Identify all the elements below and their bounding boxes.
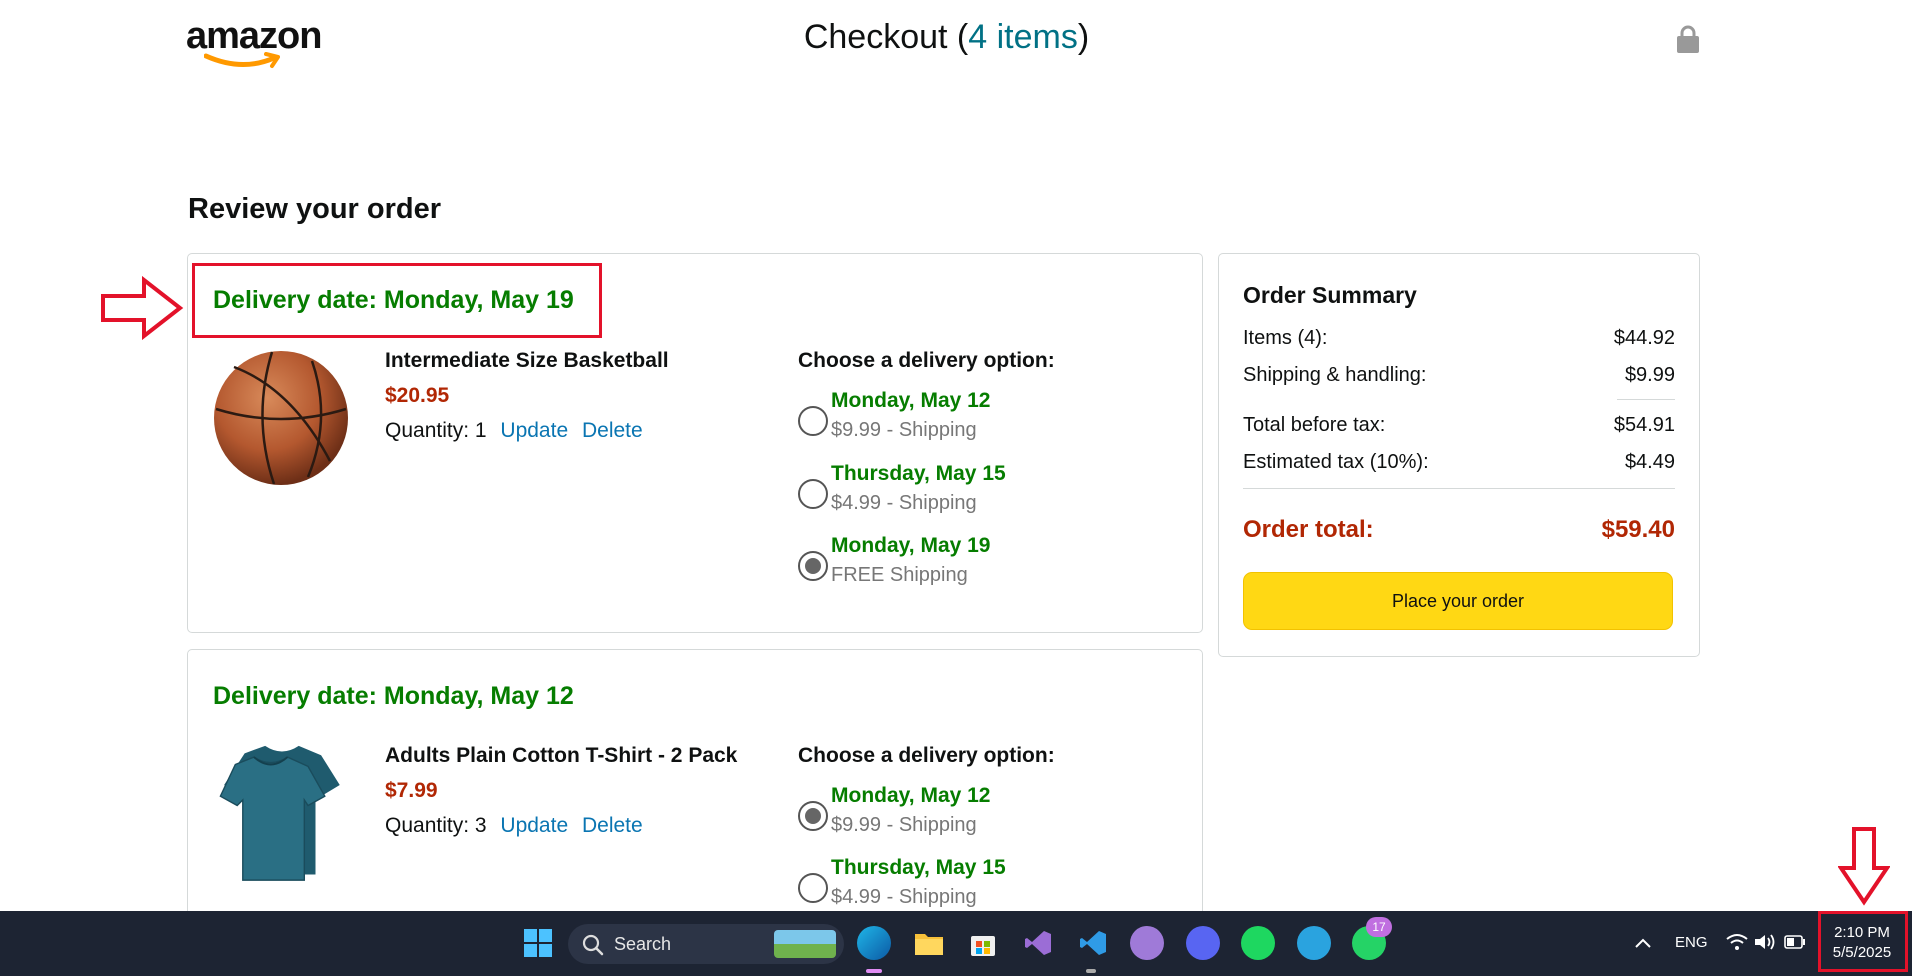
order-summary-panel: Order Summary Items (4): $44.92 Shipping… [1218, 253, 1700, 657]
option-shipping: $9.99 - Shipping [831, 419, 977, 441]
option-shipping: $4.99 - Shipping [831, 886, 977, 908]
summary-value: $4.49 [1624, 451, 1675, 473]
annotation-arrow-down-icon [1838, 827, 1890, 906]
quantity-text: Quantity: 3 [385, 814, 487, 837]
summary-divider [1617, 399, 1675, 400]
delivery-option-thursday-may-15[interactable]: Thursday, May 15 $4.99 - Shipping [798, 856, 1098, 911]
microsoft-store-icon[interactable] [966, 926, 1000, 960]
wifi-icon[interactable] [1726, 933, 1748, 951]
radio-button-selected[interactable] [798, 551, 828, 581]
summary-label: Total before tax: [1243, 414, 1386, 436]
product-name: Intermediate Size Basketball [385, 349, 669, 372]
summary-divider [1243, 488, 1675, 489]
checkout-title: Checkout (4 items) [0, 18, 1893, 57]
delivery-option-monday-may-12[interactable]: Monday, May 12 $9.99 - Shipping [798, 389, 1098, 447]
option-date: Thursday, May 15 [831, 856, 1006, 879]
windows-start-icon[interactable] [521, 926, 555, 960]
annotation-arrow-right-icon [101, 276, 184, 340]
discord-icon[interactable] [1186, 926, 1220, 960]
order-card-2: Delivery date: Monday, May 12 Adults Pla… [187, 649, 1203, 911]
option-shipping: FREE Shipping [831, 564, 968, 586]
radio-button[interactable] [798, 873, 828, 903]
update-link[interactable]: Update [500, 814, 568, 837]
delivery-option-thursday-may-15[interactable]: Thursday, May 15 $4.99 - Shipping [798, 462, 1098, 520]
option-shipping: $9.99 - Shipping [831, 814, 977, 836]
running-app-indicator [1086, 969, 1096, 973]
order-total-value: $59.40 [1601, 516, 1675, 543]
basketball-image[interactable] [212, 349, 350, 487]
summary-value: $9.99 [1624, 364, 1675, 386]
summary-row-total-before-tax: Total before tax: $54.91 [1243, 414, 1675, 437]
order-total-row: Order total: $59.40 [1243, 516, 1675, 544]
search-icon [582, 934, 604, 956]
delivery-option-monday-may-19[interactable]: Monday, May 19 FREE Shipping [798, 534, 1098, 592]
summary-value: $54.91 [1613, 414, 1675, 436]
items-count-link[interactable]: 4 items [968, 18, 1078, 56]
active-app-indicator [866, 969, 882, 973]
place-order-button[interactable]: Place your order [1243, 572, 1673, 630]
option-date: Monday, May 19 [831, 534, 991, 557]
language-indicator[interactable]: ENG [1675, 934, 1708, 951]
product-price: $20.95 [385, 384, 450, 407]
radio-button[interactable] [798, 479, 828, 509]
checkout-title-prefix: Checkout ( [803, 18, 969, 56]
tshirt-image[interactable] [212, 744, 350, 882]
summary-label: Estimated tax (10%): [1243, 451, 1429, 473]
delete-link[interactable]: Delete [582, 419, 643, 442]
visual-studio-icon[interactable] [1021, 926, 1055, 960]
chevron-up-icon[interactable] [1634, 937, 1652, 949]
product-quantity-row: Quantity: 1 Update Delete [385, 419, 643, 443]
product-name: Adults Plain Cotton T-Shirt - 2 Pack [385, 744, 738, 767]
taskbar-search-box[interactable]: Search [568, 924, 844, 964]
summary-value: $44.92 [1613, 327, 1675, 349]
delivery-date-heading: Delivery date: Monday, May 12 [213, 682, 574, 710]
delete-link[interactable]: Delete [582, 814, 643, 837]
annotation-clock-highlight-box [1818, 911, 1908, 972]
product-price: $7.99 [385, 779, 438, 802]
choose-delivery-label: Choose a delivery option: [798, 744, 1055, 767]
choose-delivery-label: Choose a delivery option: [798, 349, 1055, 372]
summary-label: Shipping & handling: [1243, 364, 1427, 386]
order-total-label: Order total: [1243, 516, 1374, 543]
file-explorer-icon[interactable] [912, 926, 946, 960]
vscode-icon[interactable] [1076, 926, 1110, 960]
windows-taskbar: Search 17 ENG 2:10 PM 5/5/2025 [0, 911, 1912, 976]
radio-button-selected[interactable] [798, 801, 828, 831]
search-highlight-image [774, 930, 836, 958]
search-label: Search [614, 934, 672, 954]
delivery-option-monday-may-12[interactable]: Monday, May 12 $9.99 - Shipping [798, 784, 1098, 842]
option-shipping: $4.99 - Shipping [831, 492, 977, 514]
spotify-icon[interactable] [1241, 926, 1275, 960]
summary-row-shipping: Shipping & handling: $9.99 [1243, 364, 1675, 387]
product-quantity-row: Quantity: 3 Update Delete [385, 814, 643, 838]
option-date: Thursday, May 15 [831, 462, 1006, 485]
summary-label: Items (4): [1243, 327, 1328, 349]
battery-icon[interactable] [1784, 935, 1806, 949]
quantity-text: Quantity: 1 [385, 419, 487, 442]
telegram-icon[interactable] [1297, 926, 1331, 960]
order-summary-title: Order Summary [1243, 282, 1417, 308]
checkout-title-suffix: ) [1077, 18, 1090, 56]
annotation-highlight-box [192, 263, 602, 338]
github-desktop-icon[interactable] [1130, 926, 1164, 960]
option-date: Monday, May 12 [831, 389, 991, 412]
review-order-heading: Review your order [188, 193, 442, 225]
update-link[interactable]: Update [500, 419, 568, 442]
notification-badge: 17 [1366, 917, 1392, 937]
edge-browser-icon[interactable] [857, 926, 891, 960]
browser-viewport: amazon Checkout (4 items) Review your or… [0, 0, 1893, 911]
lock-icon [1677, 25, 1699, 53]
radio-button[interactable] [798, 406, 828, 436]
option-date: Monday, May 12 [831, 784, 991, 807]
summary-row-tax: Estimated tax (10%): $4.49 [1243, 451, 1675, 474]
volume-icon[interactable] [1754, 933, 1776, 951]
summary-row-items: Items (4): $44.92 [1243, 327, 1675, 350]
